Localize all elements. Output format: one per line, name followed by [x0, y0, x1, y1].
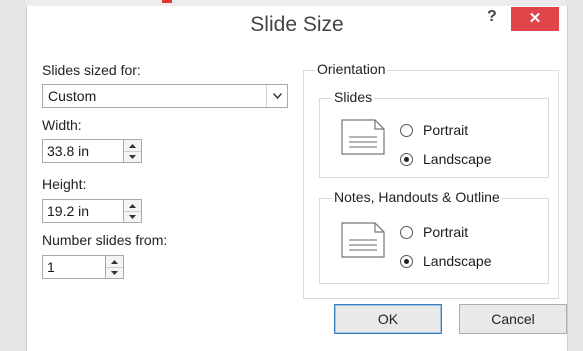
sized-for-label: Slides sized for:: [42, 62, 141, 78]
sized-for-select[interactable]: Custom: [42, 84, 288, 108]
slides-landscape-option[interactable]: Landscape: [400, 151, 492, 167]
height-value: 19.2 in: [47, 203, 90, 219]
slides-portrait-label: Portrait: [423, 122, 469, 138]
page-icon: [341, 222, 385, 258]
width-label: Width:: [42, 117, 82, 133]
width-value: 33.8 in: [47, 143, 90, 159]
dialog-title: Slide Size: [250, 13, 344, 36]
width-input[interactable]: 33.8 in: [42, 139, 124, 163]
notes-group-label: Notes, Handouts & Outline: [332, 189, 502, 205]
slides-portrait-radio[interactable]: [400, 123, 413, 137]
red-fragment: [162, 0, 172, 3]
slides-landscape-radio[interactable]: [400, 152, 413, 166]
spin-down-icon[interactable]: [106, 267, 123, 278]
spin-down-icon[interactable]: [124, 211, 141, 222]
sized-for-value: Custom: [48, 88, 97, 104]
width-spin-buttons: [124, 139, 142, 163]
notes-portrait-label: Portrait: [423, 224, 469, 240]
right-background: [566, 0, 583, 351]
page-icon: [341, 119, 385, 155]
notes-portrait-option[interactable]: Portrait: [400, 224, 468, 240]
number-from-spinner: 1: [42, 255, 128, 279]
close-icon[interactable]: ✕: [511, 7, 559, 31]
chevron-down-icon[interactable]: [266, 85, 287, 107]
orientation-label: Orientation: [315, 61, 388, 77]
left-background: [0, 0, 26, 351]
slides-portrait-option[interactable]: Portrait: [400, 122, 468, 138]
number-from-spin-buttons: [106, 255, 124, 279]
height-spinner: 19.2 in: [42, 199, 142, 223]
number-from-label: Number slides from:: [42, 232, 168, 248]
notes-portrait-radio[interactable]: [400, 225, 413, 239]
ok-button[interactable]: OK: [334, 304, 442, 334]
slides-landscape-label: Landscape: [423, 151, 492, 167]
height-input[interactable]: 19.2 in: [42, 199, 124, 223]
height-label: Height:: [42, 176, 87, 192]
spin-down-icon[interactable]: [124, 151, 141, 162]
notes-landscape-option[interactable]: Landscape: [400, 253, 492, 269]
slide-size-dialog: Slide Size ? ✕ Slides sized for: Custom …: [26, 6, 568, 351]
help-icon[interactable]: ?: [487, 8, 497, 26]
slides-group-label: Slides: [332, 89, 375, 105]
number-from-value: 1: [47, 259, 55, 275]
notes-landscape-radio[interactable]: [400, 254, 413, 268]
cancel-button[interactable]: Cancel: [459, 304, 567, 334]
height-spin-buttons: [124, 199, 142, 223]
notes-landscape-label: Landscape: [423, 253, 492, 269]
number-from-input[interactable]: 1: [42, 255, 106, 279]
width-spinner: 33.8 in: [42, 139, 142, 163]
